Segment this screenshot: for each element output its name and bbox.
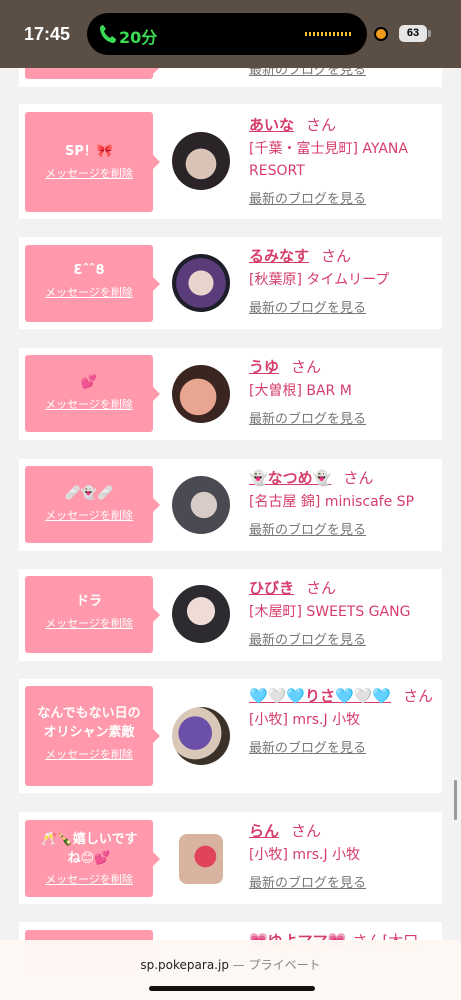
profile-name-link[interactable]: 🩵🤍🩵りさ🩵🤍🩵 [249, 687, 391, 705]
avatar[interactable] [172, 254, 230, 312]
address-text[interactable]: sp.pokepara.jp — プライベート [0, 956, 461, 973]
message-text-line1: 🥂🍾嬉しいです [40, 832, 138, 847]
message-card: なんでもない日の オリシャン素敵 メッセージを削除 🩵🤍🩵りさ🩵🤍🩵 さん [小牧… [19, 679, 442, 793]
avatar[interactable] [172, 585, 230, 643]
latest-blog-link[interactable]: 最新のブログを見る [249, 872, 366, 891]
message-bubble: ドラ メッセージを削除 [25, 576, 160, 653]
message-bubble: 🩹👻🩹 メッセージを削除 [25, 466, 160, 543]
latest-blog-link[interactable]: 最新のブログを見る [249, 297, 366, 316]
battery-icon: 63 [399, 25, 427, 42]
message-bubble: ƐˆˆՑ メッセージを削除 [25, 245, 160, 322]
message-text-line2: オリシャン素敵 [43, 725, 135, 740]
latest-blog-link[interactable]: 最新のブログを見る [249, 188, 366, 207]
message-text: ƐˆˆՑ [73, 263, 105, 278]
dynamic-island[interactable]: 20分 [87, 13, 367, 55]
profile-name-link[interactable]: ひびき [249, 579, 294, 597]
message-card: 💕 メッセージを削除 うゆ さん [大曽根] BAR M 最新のブログを見る [19, 348, 442, 440]
separator: — [232, 958, 245, 972]
delete-message-link[interactable]: メッセージを削除 [45, 507, 133, 523]
battery-level: 63 [406, 27, 420, 39]
latest-blog-link[interactable]: 最新のブログを見る [249, 519, 366, 538]
phone-icon [100, 25, 116, 43]
message-text: 💕 [80, 375, 98, 390]
delete-message-link[interactable]: メッセージを削除 [45, 396, 133, 412]
battery-tip [428, 30, 431, 37]
message-bubble: 🥂🍾嬉しいです ね😊💕 メッセージを削除 [25, 820, 160, 897]
card-info: るみなす さん [秋葉原] タイムリープ 最新のブログを見る [249, 245, 439, 316]
browser-address-bar[interactable]: sp.pokepara.jp — プライベート [0, 940, 461, 1000]
avatar[interactable] [172, 132, 230, 190]
shop-name: [千葉・富士見町] AYANA RESORT [249, 141, 408, 179]
delete-message-link[interactable]: メッセージを削除 [45, 615, 133, 631]
profile-name-link[interactable]: うゆ [249, 358, 279, 376]
scrollbar-thumb[interactable] [454, 780, 457, 820]
url-text: sp.pokepara.jp [140, 958, 229, 972]
delete-message-link[interactable]: メッセージを削除 [45, 871, 133, 887]
message-card: ƐˆˆՑ メッセージを削除 るみなす さん [秋葉原] タイムリープ 最新のブログ… [19, 237, 442, 329]
profile-name-link[interactable]: らん [249, 822, 279, 840]
profile-name-link[interactable]: るみなす [249, 247, 309, 265]
honorific: さん [343, 469, 374, 487]
shop-name: [小牧] mrs.J 小牧 [249, 847, 361, 863]
message-card: SP！🎀 メッセージを削除 あいな さん [千葉・富士見町] AYANA RESO… [19, 104, 442, 219]
message-bubble: 💕 メッセージを削除 [25, 355, 160, 432]
latest-blog-link[interactable]: 最新のブログを見る [249, 737, 366, 756]
clock: 17:45 [24, 24, 71, 44]
audio-waveform-icon [305, 32, 353, 36]
status-bar: 17:45 20分 63 [0, 0, 461, 68]
profile-name-link[interactable]: 👻なつめ👻 [249, 469, 331, 487]
call-duration: 20分 [119, 28, 158, 47]
message-card: 🩹👻🩹 メッセージを削除 👻なつめ👻 さん [名古屋 錦] miniscafe S… [19, 459, 442, 551]
shop-name: [木屋町] SWEETS GANG [249, 604, 411, 620]
honorific: さん [306, 579, 337, 597]
avatar[interactable] [179, 834, 223, 884]
message-bubble: なんでもない日の オリシャン素敵 メッセージを削除 [25, 686, 160, 786]
honorific: さん [321, 247, 352, 265]
avatar[interactable] [172, 476, 230, 534]
honorific: さん [291, 358, 322, 376]
honorific: さん [403, 687, 434, 705]
card-info: うゆ さん [大曽根] BAR M 最新のブログを見る [249, 356, 439, 427]
card-info: 👻なつめ👻 さん [名古屋 錦] miniscafe SP 最新のブログを見る [249, 467, 439, 538]
message-text: SP！🎀 [64, 144, 114, 159]
shop-name: [大曽根] BAR M [249, 383, 352, 399]
profile-name-link[interactable]: あいな [249, 116, 294, 134]
message-text-line2: ね😊💕 [67, 851, 111, 866]
honorific: さん [291, 822, 322, 840]
card-info: 🩵🤍🩵りさ🩵🤍🩵 さん [小牧] mrs.J 小牧 最新のブログを見る [249, 685, 439, 756]
avatar[interactable] [172, 365, 230, 423]
card-info: らん さん [小牧] mrs.J 小牧 最新のブログを見る [249, 820, 439, 891]
message-card: ドラ メッセージを削除 ひびき さん [木屋町] SWEETS GANG 最新のブ… [19, 569, 442, 661]
shop-name: [名古屋 錦] miniscafe SP [249, 494, 415, 510]
delete-message-link[interactable]: メッセージを削除 [45, 165, 133, 181]
message-card: 🥂🍾嬉しいです ね😊💕 メッセージを削除 らん さん [小牧] mrs.J 小牧 … [19, 812, 442, 904]
private-mode-label: プライベート [248, 958, 321, 972]
message-text: 🩹👻🩹 [64, 486, 114, 501]
avatar[interactable] [172, 707, 230, 765]
shop-name: [秋葉原] タイムリープ [249, 272, 390, 288]
message-text: ドラ [75, 594, 102, 609]
recording-indicator-icon [376, 29, 386, 39]
card-info: あいな さん [千葉・富士見町] AYANA RESORT 最新のブログを見る [249, 114, 439, 207]
message-bubble: SP！🎀 メッセージを削除 [25, 112, 160, 212]
honorific: さん [306, 116, 337, 134]
delete-message-link[interactable]: メッセージを削除 [45, 746, 133, 762]
message-text-line1: なんでもない日の [37, 706, 141, 721]
shop-name: [小牧] mrs.J 小牧 [249, 712, 361, 728]
card-info: ひびき さん [木屋町] SWEETS GANG 最新のブログを見る [249, 577, 439, 648]
latest-blog-link[interactable]: 最新のブログを見る [249, 629, 366, 648]
delete-message-link[interactable]: メッセージを削除 [45, 284, 133, 300]
latest-blog-link[interactable]: 最新のブログを見る [249, 408, 366, 427]
home-indicator[interactable] [149, 986, 315, 991]
